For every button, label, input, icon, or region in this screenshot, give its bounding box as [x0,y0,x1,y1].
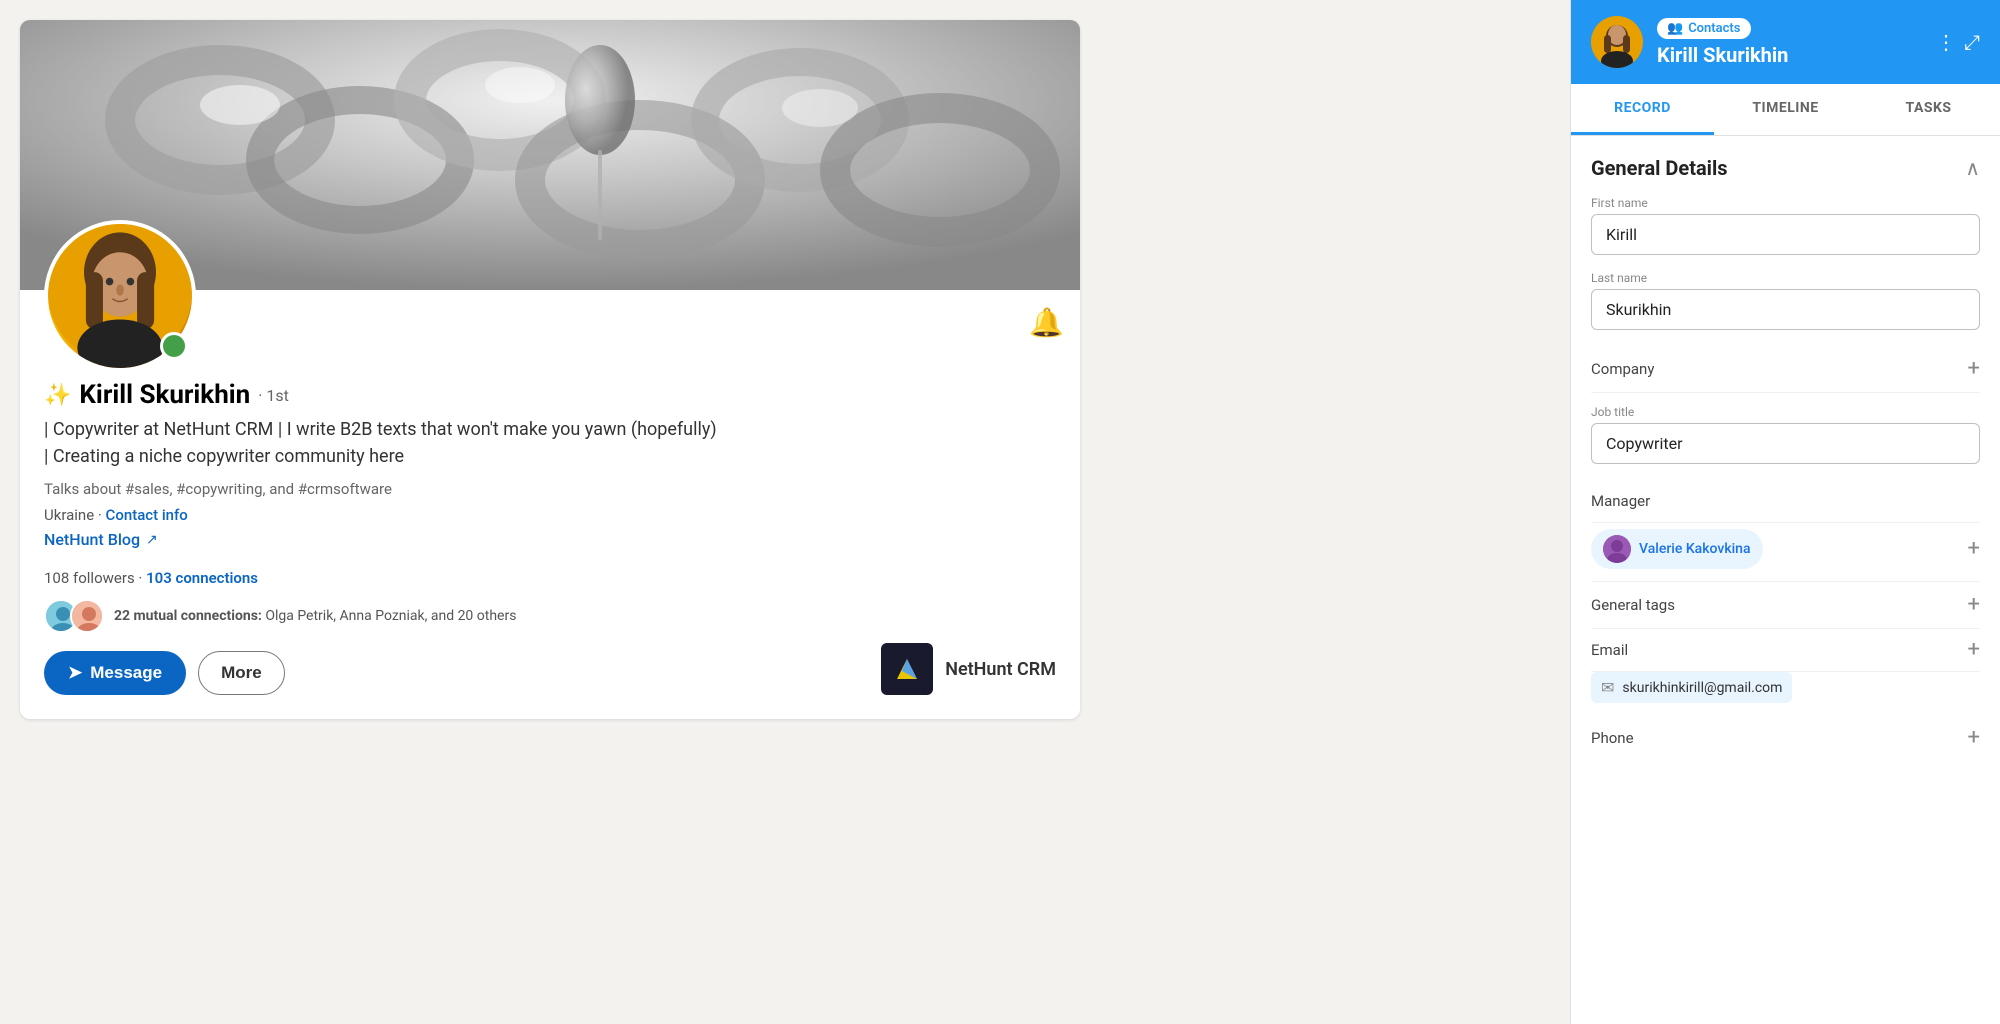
company-logo [881,643,933,695]
general-tags-label: General tags [1591,596,1675,614]
profile-lower: 🔔 [20,290,1080,719]
crm-contact-avatar [1591,16,1643,68]
mutual-count-text: 22 mutual connections: [114,608,262,624]
manager-value-row: Valerie Kakovkina + [1591,523,1980,582]
avatar [44,220,196,372]
bell-icon[interactable]: 🔔 [1029,306,1064,339]
job-title-value[interactable]: Copywriter [1591,423,1980,464]
email-label: Email [1591,641,1628,659]
tab-tasks[interactable]: TASKS [1857,84,2000,135]
crm-header: 👥 Contacts Kirill Skurikhin ⋮ ⤢ [1571,0,2000,84]
degree-badge: · 1st [258,386,289,405]
job-title-field: Job title Copywriter [1591,405,1980,464]
general-details-header: General Details ∧ [1591,136,1980,196]
contacts-people-icon: 👥 [1667,21,1683,36]
blog-label: NetHunt Blog [44,530,140,549]
phone-row: Phone + [1591,715,1980,761]
profile-card: 🔔 [20,20,1080,719]
external-link-icon: ↗ [146,532,158,548]
more-label: More [221,663,262,682]
email-row: Email + [1591,629,1980,672]
last-name-field: Last name Skurikhin [1591,271,1980,330]
online-status-badge [160,332,188,360]
email-add-button[interactable]: + [1968,639,1980,661]
mutual-connections-row: 22 mutual connections: Olga Petrik, Anna… [44,599,1056,633]
phone-add-button[interactable]: + [1968,727,1980,749]
mutual-names: Olga Petrik, Anna Pozniak, and 20 others [265,608,516,624]
contacts-badge-label: Contacts [1688,21,1740,36]
email-value: skurikhinkirill@gmail.com [1622,680,1782,696]
general-tags-row: General tags + [1591,582,1980,629]
followers-count: 108 followers [44,569,135,587]
crm-tabs: RECORD TIMELINE TASKS [1571,84,2000,136]
manager-label: Manager [1591,492,1650,510]
tab-record[interactable]: RECORD [1571,84,1714,135]
company-badge[interactable]: NetHunt CRM [881,643,1056,695]
location-text: Ukraine [44,506,94,524]
manager-name: Valerie Kakovkina [1639,541,1751,557]
company-name: NetHunt CRM [945,659,1056,680]
connections-link[interactable]: 103 connections [146,569,258,587]
location-row: Ukraine · Contact info [44,506,1056,524]
mutual-avatars [44,599,104,633]
crm-contact-name: Kirill Skurikhin [1657,43,1922,67]
general-details-title: General Details [1591,156,1728,180]
contact-info-link[interactable]: Contact info [106,506,188,524]
blog-link[interactable]: NetHunt Blog ↗ [44,530,158,549]
crm-content: General Details ∧ First name Kirill Last… [1571,136,2000,1024]
last-name-value[interactable]: Skurikhin [1591,289,1980,330]
crm-external-icon[interactable]: ⤢ [1964,30,1980,54]
manager-add-button[interactable]: + [1968,538,1980,560]
first-name-value[interactable]: Kirill [1591,214,1980,255]
more-button[interactable]: More [198,651,285,695]
company-add-button[interactable]: + [1968,358,1980,380]
crm-header-info: 👥 Contacts Kirill Skurikhin [1657,17,1922,67]
tab-timeline[interactable]: TIMELINE [1714,84,1857,135]
first-name-field: First name Kirill [1591,196,1980,255]
general-tags-add-button[interactable]: + [1968,594,1980,616]
collapse-icon[interactable]: ∧ [1965,156,1980,180]
email-chip[interactable]: ✉ skurikhinkirill@gmail.com [1591,672,1792,703]
manager-chip[interactable]: Valerie Kakovkina [1591,529,1763,569]
envelope-icon: ✉ [1601,678,1614,697]
manager-row-header: Manager [1591,480,1980,523]
crm-menu-icon[interactable]: ⋮ [1936,30,1956,54]
email-value-row: ✉ skurikhinkirill@gmail.com [1591,672,1980,703]
message-button[interactable]: ➤ Message [44,651,186,695]
crm-panel: 👥 Contacts Kirill Skurikhin ⋮ ⤢ RECORD T… [1570,0,2000,1024]
profile-sparkle-icon: ✨ [44,383,71,408]
mutual-count: 22 mutual connections: Olga Petrik, Anna… [114,608,516,624]
company-row: Company + [1591,346,1980,393]
manager-avatar [1603,535,1631,563]
profile-headline: | Copywriter at NetHunt CRM | I write B2… [44,416,724,470]
name-row: ✨ Kirill Skurikhin · 1st [44,380,1056,410]
crm-contacts-badge: 👥 Contacts [1657,18,1751,39]
message-icon: ➤ [68,663,82,683]
phone-label: Phone [1591,729,1634,747]
crm-header-actions: ⋮ ⤢ [1936,30,1980,54]
first-name-label: First name [1591,196,1980,210]
talks-about: Talks about #sales, #copywriting, and #c… [44,480,1056,498]
message-label: Message [90,663,162,683]
company-label: Company [1591,360,1654,378]
last-name-label: Last name [1591,271,1980,285]
profile-name: Kirill Skurikhin [79,380,250,410]
followers-row: 108 followers · 103 connections [44,569,1056,587]
mutual-avatar-2 [70,599,104,633]
job-title-label: Job title [1591,405,1980,419]
